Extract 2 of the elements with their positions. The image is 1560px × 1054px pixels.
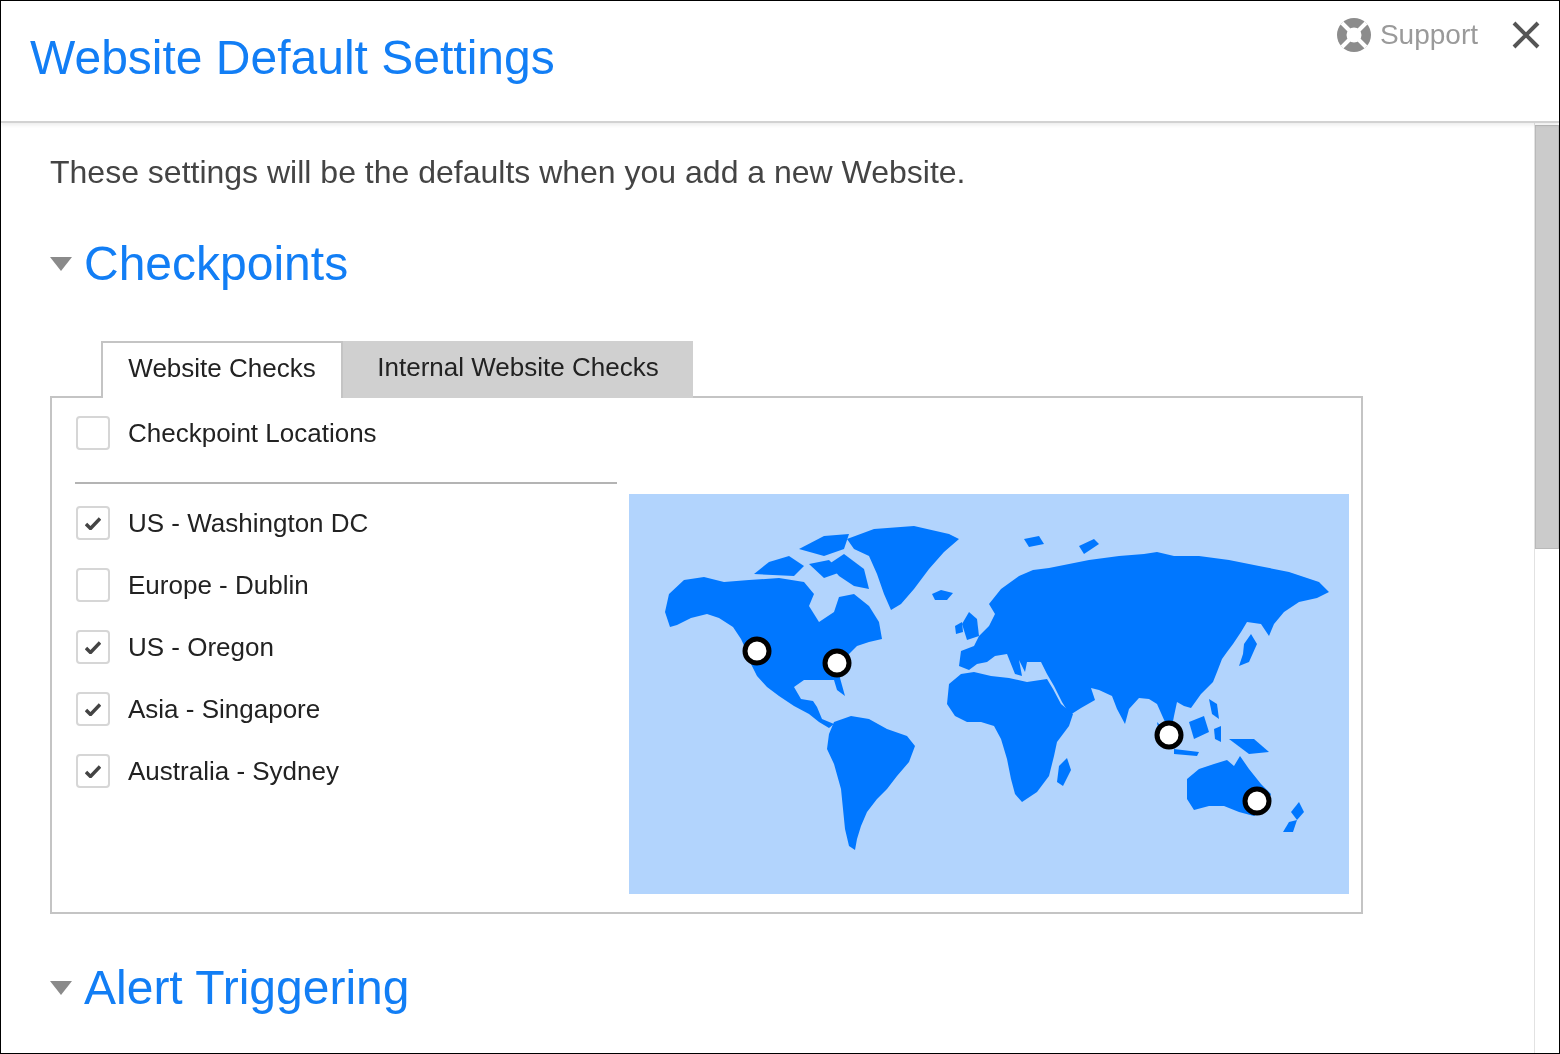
description-text: These settings will be the defaults when you add a new Website.	[50, 154, 966, 190]
dialog-title: Website Default Settings	[30, 30, 555, 86]
